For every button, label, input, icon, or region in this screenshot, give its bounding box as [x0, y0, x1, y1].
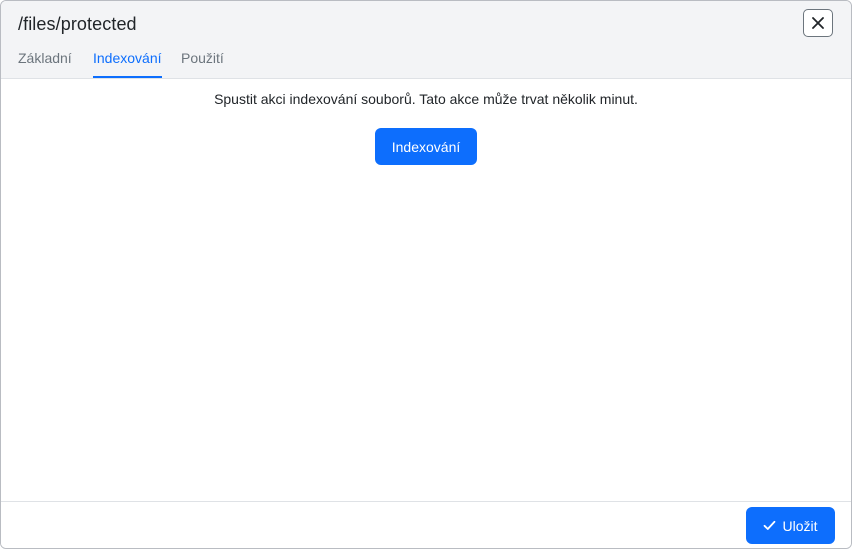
file-properties-dialog: /files/protected Základní Indexování Pou…: [0, 0, 852, 549]
dialog-title: /files/protected: [18, 14, 137, 34]
tab-zakladni[interactable]: Základní: [18, 45, 72, 76]
tab-indexovani[interactable]: Indexování: [93, 45, 162, 78]
index-button-label: Indexování: [391, 138, 461, 155]
check-icon: [763, 520, 776, 531]
close-icon: [812, 17, 824, 29]
save-button-label: Uložit: [782, 517, 818, 534]
dialog-header: /files/protected Základní Indexování Pou…: [1, 1, 851, 79]
dialog-footer: Uložit: [1, 501, 851, 548]
save-button[interactable]: Uložit: [746, 507, 835, 544]
index-button[interactable]: Indexování: [375, 128, 477, 165]
indexing-message: Spustit akci indexování souborů. Tato ak…: [214, 91, 638, 107]
tab-pouziti[interactable]: Použití: [181, 45, 224, 76]
close-button[interactable]: [803, 9, 833, 37]
